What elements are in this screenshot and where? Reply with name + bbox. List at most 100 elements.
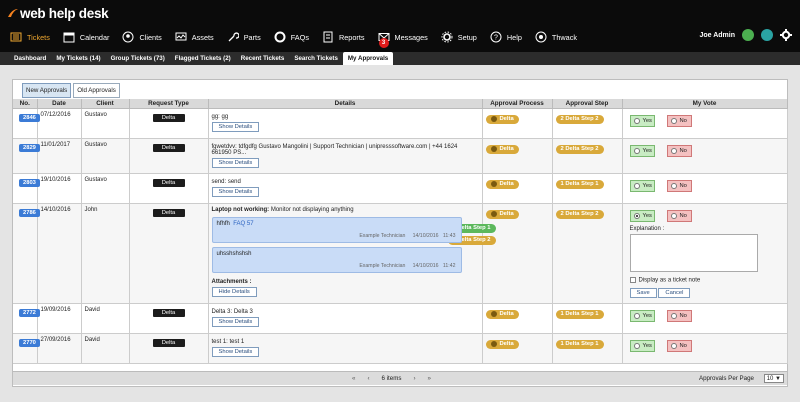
nav-label: Help [506, 32, 522, 42]
prev-page-icon[interactable]: ‹ [367, 375, 369, 382]
details-text: fgwetdvv: tdfgdfg Gustavo Mangolini | Su… [211, 143, 458, 156]
nav-item-faqs[interactable]: FAQs [274, 28, 309, 46]
vote-cell: Yes No [622, 108, 788, 139]
nav-item-messages[interactable]: Messages 3 [378, 28, 428, 48]
vote-buttons: Yes No [629, 309, 784, 322]
nav-label: Clients [139, 32, 162, 42]
gear-icon[interactable] [780, 29, 792, 41]
ticket-client: David [81, 303, 130, 334]
ticket-number-link[interactable]: 2846 [19, 113, 40, 122]
show-details-button[interactable]: Show Details [211, 186, 260, 197]
show-details-button[interactable]: Show Details [211, 316, 260, 327]
vote-yes-button[interactable]: Yes [629, 209, 655, 222]
nav-item-parts[interactable]: Parts [227, 28, 261, 46]
approval-process-badge[interactable]: Delta [485, 309, 519, 319]
nav-item-calendar[interactable]: Calendar [63, 28, 109, 46]
nav-item-thwack[interactable]: Thwack [535, 28, 577, 46]
explanation-textarea[interactable] [629, 233, 758, 272]
hide-details-button[interactable]: Hide Details [211, 286, 257, 297]
vote-buttons: Yes No [629, 144, 784, 157]
nav-item-assets[interactable]: Assets [175, 28, 214, 46]
approval-process-badge[interactable]: Delta [485, 144, 519, 154]
tab-new-approvals[interactable]: New Approvals [22, 83, 72, 98]
cancel-button[interactable]: Cancel [658, 288, 691, 299]
nav-item-clients[interactable]: Clients [122, 28, 162, 46]
col-header[interactable]: Approval Process [482, 99, 553, 109]
subtab-my-approvals[interactable]: My Approvals [342, 52, 394, 65]
first-page-icon[interactable]: « [352, 375, 355, 382]
status-icon[interactable] [742, 29, 754, 41]
ticket-client: Gustavo [81, 108, 130, 139]
faq-link[interactable]: FAQ 57 [233, 221, 253, 227]
next-page-icon[interactable]: › [413, 375, 415, 382]
show-details-button[interactable]: Show Details [211, 157, 260, 168]
approval-process-badge[interactable]: Delta [485, 114, 519, 124]
col-header[interactable]: Client [81, 99, 130, 109]
vote-cell: Yes No [622, 138, 788, 174]
details-cell: fgwetdvv: tdfgdfg Gustavo Mangolini | Su… [208, 138, 483, 174]
display-note-option[interactable]: Display as a ticket note [629, 276, 784, 283]
parts-icon [228, 32, 239, 42]
setup-icon [441, 31, 453, 43]
show-details-button[interactable]: Show Details [211, 346, 260, 357]
nav-label: Thwack [551, 32, 578, 42]
vote-no-button[interactable]: No [666, 179, 692, 192]
show-details-button[interactable]: Show Details [211, 121, 260, 132]
col-header[interactable]: Details [208, 99, 483, 109]
nav-item-tickets[interactable]: Tickets [10, 28, 50, 46]
table-row: 2829 11/01/2017 Gustavo Delta fgwetdvv: tdfg… [13, 138, 788, 174]
tab-old-approvals[interactable]: Old Approvals [73, 83, 120, 98]
last-page-icon[interactable]: » [428, 375, 431, 382]
approval-process-badge[interactable]: Delta [485, 339, 519, 349]
subtab-dashboard[interactable]: Dashboard [9, 52, 51, 65]
ticket-number-link[interactable]: 2829 [19, 143, 40, 152]
logo-text: web help desk [20, 5, 109, 21]
approval-step-badge: 1 Delta Step 1 [555, 179, 604, 189]
subtab-search-tickets[interactable]: Search Tickets [289, 52, 343, 65]
ticket-number-link[interactable]: 2786 [19, 208, 40, 217]
vote-yes-button[interactable]: Yes [629, 179, 655, 192]
col-header[interactable]: No. [13, 99, 38, 109]
nav-item-reports[interactable]: Reports [322, 28, 365, 46]
vote-yes-button[interactable]: Yes [629, 144, 655, 157]
col-header[interactable]: Date [37, 99, 82, 109]
vote-buttons: Yes No [629, 339, 784, 352]
save-button[interactable]: Save [629, 288, 657, 299]
user-name[interactable]: Joe Admin [699, 32, 735, 39]
approval-step-badge: 2 Delta Step 2 [555, 209, 604, 219]
nav-item-setup[interactable]: Setup [441, 28, 477, 46]
col-header[interactable]: Request Type [129, 99, 209, 109]
per-page-select[interactable]: 10 ▼ [763, 374, 784, 383]
vote-no-button[interactable]: No [666, 309, 692, 322]
vote-yes-button[interactable]: Yes [629, 339, 655, 352]
vote-no-button[interactable]: No [666, 339, 692, 352]
logo[interactable]: web help desk [8, 5, 109, 21]
subtab-recent-tickets[interactable]: Recent Tickets [236, 52, 290, 65]
note-meta: Example Technician 14/10/2016 11:42 [359, 262, 456, 269]
radio-icon [633, 212, 640, 219]
vote-yes-button[interactable]: Yes [629, 309, 655, 322]
vote-yes-button[interactable]: Yes [629, 114, 655, 127]
col-header[interactable]: My Vote [622, 99, 788, 109]
user-avatar-icon[interactable] [761, 29, 773, 41]
checkbox-icon[interactable] [629, 276, 636, 283]
approval-process-badge[interactable]: Delta [485, 179, 519, 189]
col-header[interactable]: Approval Step [552, 99, 623, 109]
ticket-number-link[interactable]: 2772 [19, 308, 40, 317]
nav-item-help[interactable]: ? Help [490, 28, 522, 46]
vote-no-button[interactable]: No [666, 209, 692, 222]
approval-process-badge[interactable]: Delta [485, 209, 519, 219]
vote-no-button[interactable]: No [666, 144, 692, 157]
ticket-date: 07/12/2016 [37, 108, 82, 139]
clients-icon [122, 31, 134, 43]
subtab-flagged-tickets[interactable]: Flagged Tickets (2) [170, 52, 236, 65]
subtab-group-tickets[interactable]: Group Tickets (73) [106, 52, 170, 65]
subtab-my-tickets[interactable]: My Tickets (14) [51, 52, 105, 65]
process-icon [490, 116, 497, 122]
vote-no-button[interactable]: No [666, 114, 692, 127]
ticket-number-link[interactable]: 2770 [19, 338, 40, 347]
nav-label: FAQs [290, 32, 309, 42]
ticket-number-link[interactable]: 2803 [19, 178, 40, 187]
details-text: gg: gg [211, 113, 229, 120]
ticket-client: Gustavo [81, 173, 130, 204]
